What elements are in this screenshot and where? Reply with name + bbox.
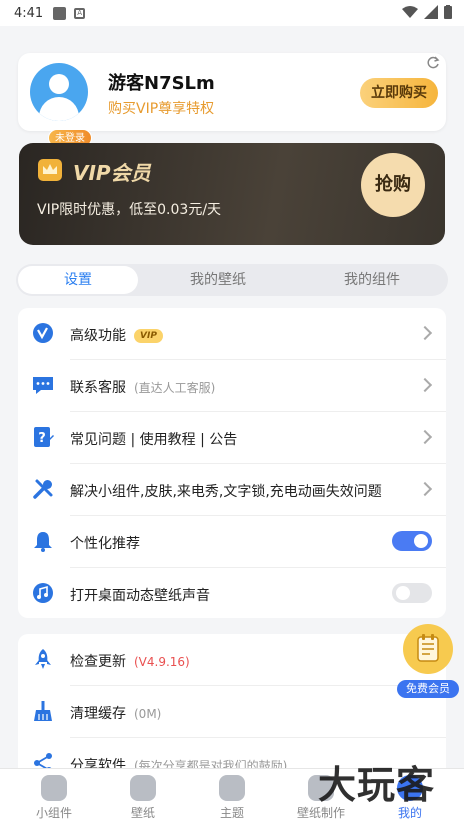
chevron-right-icon: [417, 377, 433, 393]
nav-label: 壁纸: [130, 806, 155, 820]
avatar-body-shape: [39, 97, 79, 121]
more-card: 检查更新 (V4.9.16) 清理缓存 (0M) 分享软件 (每次分享都是对我们的鼓励…: [18, 634, 446, 768]
status-time: 4:41: [14, 5, 44, 21]
status-bar: 4:41 A: [0, 0, 464, 26]
wifi-icon: [402, 6, 418, 18]
cache-size-note: (0M): [134, 707, 162, 721]
profile-card[interactable]: 未登录 游客N7SLm 购买VIP尊享特权 立即购买: [18, 53, 446, 147]
chat-bubble-icon: [33, 377, 53, 394]
row-label: 常见问题 | 使用教程 | 公告: [70, 432, 238, 448]
watermark: 大玩客: [318, 763, 436, 807]
puzzle-icon: [41, 775, 67, 801]
vip-crown-icon: [38, 159, 62, 181]
bell-icon: [34, 532, 52, 552]
battery-icon: [444, 5, 452, 19]
tab-my-widgets[interactable]: 我的组件: [312, 266, 432, 294]
nav-label: 小组件: [35, 806, 72, 820]
wallpaper-sound-toggle[interactable]: [392, 583, 432, 603]
vip-promo-text: 购买VIP尊享特权: [108, 101, 215, 117]
settings-row-advanced[interactable]: 高级功能 VIP: [18, 308, 446, 360]
tab-bar: 设置 我的壁纸 我的组件: [16, 264, 448, 296]
star-image-icon: [130, 775, 156, 801]
calendar-icon: [417, 634, 439, 662]
more-row-clear-cache[interactable]: 清理缓存 (0M): [18, 686, 446, 738]
settings-card: 高级功能 VIP 联系客服 (直达人工客服) ? 常见问题 | 使用教程 | 公告: [18, 308, 446, 618]
buy-now-button[interactable]: 立即购买: [360, 78, 438, 108]
fab-circle: [403, 624, 453, 674]
vip-banner[interactable]: VIP会员 VIP限时优惠，低至0.03元/天 抢购: [19, 143, 445, 245]
more-row-check-update[interactable]: 检查更新 (V4.9.16): [18, 634, 446, 686]
avatar[interactable]: [30, 63, 88, 121]
row-label: 清理缓存: [70, 706, 126, 722]
nav-widgets[interactable]: 小组件: [14, 775, 94, 821]
toggle-knob: [414, 534, 428, 548]
share-icon: [34, 753, 52, 768]
tab-my-wallpapers[interactable]: 我的壁纸: [158, 266, 278, 294]
rocket-icon: [35, 649, 51, 669]
refresh-icon[interactable]: [426, 56, 440, 70]
vip-tag: VIP: [134, 329, 163, 343]
chevron-right-icon: [417, 481, 433, 497]
free-vip-label: 免费会员: [397, 680, 459, 698]
settings-row-personalized: 个性化推荐: [18, 516, 446, 568]
chevron-right-icon: [417, 325, 433, 341]
vip-title: VIP会员: [73, 161, 151, 185]
row-label: 高级功能: [70, 328, 126, 344]
vip-subtitle: VIP限时优惠，低至0.03元/天: [37, 202, 222, 218]
svg-text:?: ?: [38, 431, 46, 446]
music-disc-icon: [33, 583, 53, 603]
row-label: 分享软件: [70, 758, 126, 768]
row-label: 联系客服: [70, 380, 126, 396]
free-vip-fab[interactable]: 免费会员: [397, 624, 459, 700]
row-label: 解决小组件,皮肤,来电秀,文字锁,充电动画失效问题: [70, 484, 382, 500]
page: 未登录 游客N7SLm 购买VIP尊享特权 立即购买 VIP会员 VIP限时优惠…: [0, 26, 464, 768]
vip-v-icon: [33, 323, 53, 343]
settings-row-support[interactable]: 联系客服 (直达人工客服): [18, 360, 446, 412]
version-note: (V4.9.16): [134, 655, 190, 669]
app-notification-icon: A: [74, 7, 86, 19]
avatar-head-shape: [49, 74, 69, 94]
status-icons: [402, 5, 452, 19]
tools-icon: [33, 479, 53, 499]
row-label: 打开桌面动态壁纸声音: [70, 588, 210, 604]
settings-row-wallpaper-sound: 打开桌面动态壁纸声音: [18, 568, 446, 620]
settings-row-faq[interactable]: ? 常见问题 | 使用教程 | 公告: [18, 412, 446, 464]
personalized-toggle[interactable]: [392, 531, 432, 551]
username: 游客N7SLm: [108, 73, 215, 94]
help-document-icon: ?: [34, 427, 54, 447]
share-note: (每次分享都是对我们的鼓励): [134, 759, 288, 768]
tab-settings[interactable]: 设置: [18, 266, 138, 294]
chevron-right-icon: [417, 429, 433, 445]
signal-icon: [424, 5, 438, 19]
nav-wallpapers[interactable]: 壁纸: [103, 775, 183, 821]
row-label: 个性化推荐: [70, 536, 140, 552]
nav-themes[interactable]: 主题: [192, 775, 272, 821]
toggle-knob: [396, 586, 410, 600]
grab-deal-button[interactable]: 抢购: [361, 153, 425, 217]
nav-label: 主题: [219, 806, 244, 820]
row-note: (直达人工客服): [134, 381, 216, 395]
shirt-icon: [219, 775, 245, 801]
row-label: 检查更新: [70, 654, 126, 670]
settings-row-fix-issues[interactable]: 解决小组件,皮肤,来电秀,文字锁,充电动画失效问题: [18, 464, 446, 516]
notification-icon: [53, 6, 67, 20]
broom-icon: [34, 701, 52, 721]
